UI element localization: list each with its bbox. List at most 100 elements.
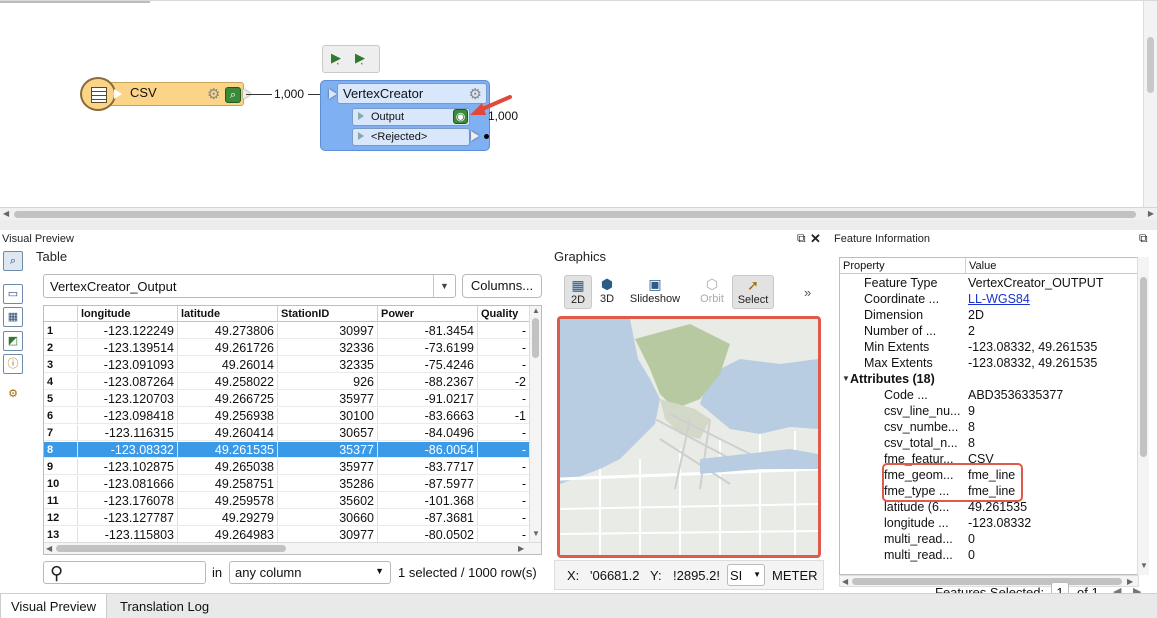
scroll-left-icon[interactable]: ◀ [842, 577, 848, 586]
table-cell[interactable]: -123.176078 [78, 493, 178, 509]
table-row[interactable]: 3 -123.091093 49.26014 32335 -75.4246- [44, 357, 530, 373]
table-cell[interactable]: -87.5977 [378, 476, 478, 492]
inspect-output-icon[interactable]: ◉ [453, 109, 468, 124]
table-row[interactable]: 2 -123.139514 49.261726 32336 -73.6199- [44, 340, 530, 356]
table-cell[interactable]: - [478, 510, 530, 526]
row-number[interactable]: 4 [44, 374, 78, 390]
table-cell[interactable]: -81.3454 [378, 323, 478, 339]
panel-layout-icon[interactable]: ▭ [3, 284, 23, 304]
table-view-icon[interactable]: ▦ [3, 307, 23, 327]
table-cell[interactable]: - [478, 425, 530, 441]
close-icon[interactable]: ✕ [810, 231, 821, 247]
zoom-inspect-icon[interactable]: ⌕ [3, 251, 23, 271]
table-cell[interactable]: -123.116315 [78, 425, 178, 441]
table-cell[interactable]: 49.258751 [178, 476, 278, 492]
scroll-right-icon[interactable]: ▶ [518, 544, 524, 553]
table-cell[interactable]: -83.6663 [378, 408, 478, 424]
scrollbar-thumb[interactable] [532, 318, 539, 358]
table-cell[interactable]: -73.6199 [378, 340, 478, 356]
table-cell[interactable]: -1 [478, 408, 530, 424]
row-number[interactable]: 7 [44, 425, 78, 441]
row-number[interactable]: 2 [44, 340, 78, 356]
table-cell[interactable]: 49.259578 [178, 493, 278, 509]
row-number[interactable]: 11 [44, 493, 78, 509]
dataset-select[interactable]: VertexCreator_Output ▼ [43, 274, 456, 298]
table-cell[interactable]: 35602 [278, 493, 378, 509]
table-cell[interactable]: - [478, 459, 530, 475]
column-header[interactable]: StationID [278, 306, 378, 322]
columns-button[interactable]: Columns... [462, 274, 542, 298]
run-to-this-icon[interactable]: ▶̣ [331, 50, 351, 68]
table-cell[interactable]: 30977 [278, 527, 378, 543]
float-panel-icon[interactable]: ⧉ [797, 231, 806, 246]
slideshow-button[interactable]: ▣ Slideshow [628, 275, 682, 309]
column-header[interactable]: longitude [78, 306, 178, 322]
scrollbar-thumb[interactable] [852, 578, 1122, 585]
vertexcreator-node[interactable]: VertexCreator ⚙ Output ◉ <Rejected> [320, 80, 490, 151]
table-row[interactable]: 13 -123.115803 49.264983 30977 -80.0502- [44, 527, 530, 543]
table-cell[interactable]: 35977 [278, 391, 378, 407]
row-number[interactable]: 8 [44, 442, 78, 458]
scrollbar-thumb[interactable] [56, 545, 286, 552]
scroll-left-icon[interactable]: ◀ [3, 209, 9, 218]
gear-icon[interactable]: ⚙ [207, 85, 220, 103]
table-cell[interactable]: 49.260414 [178, 425, 278, 441]
feature-info-row[interactable]: Number of ... 2 [840, 323, 1138, 339]
table-cell[interactable]: - [478, 323, 530, 339]
row-number[interactable]: 1 [44, 323, 78, 339]
table-row[interactable]: 7 -123.116315 49.260414 30657 -84.0496- [44, 425, 530, 441]
feature-info-row[interactable]: Coordinate ... LL-WGS84 [840, 291, 1138, 307]
property-column-header[interactable]: Property [840, 258, 966, 274]
table-cell[interactable]: 32335 [278, 357, 378, 373]
table-cell[interactable]: -123.081666 [78, 476, 178, 492]
table-cell[interactable]: - [478, 391, 530, 407]
feature-info-table[interactable]: Property Value Feature Type VertexCreator… [839, 257, 1139, 575]
table-cell[interactable]: -123.087264 [78, 374, 178, 390]
feature-info-row[interactable]: Code ... ABD3536335377 [840, 387, 1138, 403]
row-number[interactable]: 12 [44, 510, 78, 526]
tab-translation-log[interactable]: Translation Log [110, 594, 219, 618]
table-cell[interactable]: -91.0217 [378, 391, 478, 407]
vertex-input-port-icon[interactable] [329, 89, 337, 99]
table-cell[interactable]: -75.4246 [378, 357, 478, 373]
table-horizontal-scrollbar[interactable]: ◀ ▶ [44, 542, 541, 554]
table-cell[interactable]: -123.139514 [78, 340, 178, 356]
table-row[interactable]: 5 -123.120703 49.266725 35977 -91.0217- [44, 391, 530, 407]
search-column-select[interactable]: any column ▼ [229, 561, 391, 584]
pane-splitter[interactable] [0, 220, 1157, 230]
scroll-up-icon[interactable]: ▲ [532, 306, 540, 315]
select-button[interactable]: ➚ Select [732, 275, 774, 309]
column-header[interactable]: Power [378, 306, 478, 322]
feature-info-vertical-scrollbar[interactable]: ▼ [1137, 257, 1149, 575]
info-icon[interactable]: ⓘ [3, 354, 23, 374]
table-cell[interactable]: - [478, 493, 530, 509]
table-cell[interactable]: 926 [278, 374, 378, 390]
row-number[interactable]: 3 [44, 357, 78, 373]
feature-info-row[interactable]: csv_numbe... 8 [840, 419, 1138, 435]
output-port[interactable]: Output ◉ [352, 108, 470, 126]
view-3d-button[interactable]: ⬢ 3D [593, 275, 621, 309]
rejected-port-out-icon[interactable] [471, 131, 479, 141]
scroll-right-icon[interactable]: ▶ [1148, 209, 1154, 218]
table-cell[interactable]: 49.258022 [178, 374, 278, 390]
table-cell[interactable]: -123.115803 [78, 527, 178, 543]
table-cell[interactable]: 49.256938 [178, 408, 278, 424]
table-cell[interactable]: -123.091093 [78, 357, 178, 373]
toolbar-overflow-icon[interactable]: » [804, 285, 811, 300]
feature-info-row[interactable]: multi_read... 0 [840, 531, 1138, 547]
table-row[interactable]: 1 -123.122249 49.273806 30997 -81.3454- [44, 323, 530, 339]
table-cell[interactable]: -87.3681 [378, 510, 478, 526]
workspace-canvas[interactable]: ▶̣ ▶̣ CSV ⚙ ⌕ 1,000 VertexCreator ⚙ Outp… [0, 0, 1157, 222]
table-cell[interactable]: 49.26014 [178, 357, 278, 373]
canvas-vertical-scrollbar[interactable] [1143, 1, 1157, 208]
feature-info-row[interactable]: ▼ Attributes (18) [840, 371, 1138, 387]
table-cell[interactable]: - [478, 340, 530, 356]
table-row[interactable]: 11 -123.176078 49.259578 35602 -101.368- [44, 493, 530, 509]
table-cell[interactable]: 30100 [278, 408, 378, 424]
table-cell[interactable]: 35977 [278, 459, 378, 475]
csv-reader-node[interactable]: CSV ⚙ ⌕ [80, 77, 251, 111]
row-number[interactable]: 5 [44, 391, 78, 407]
table-cell[interactable]: -83.7717 [378, 459, 478, 475]
table-row[interactable]: 4 -123.087264 49.258022 926 -88.2367 -2 [44, 374, 530, 390]
view-2d-button[interactable]: ▦ 2D [564, 275, 592, 309]
